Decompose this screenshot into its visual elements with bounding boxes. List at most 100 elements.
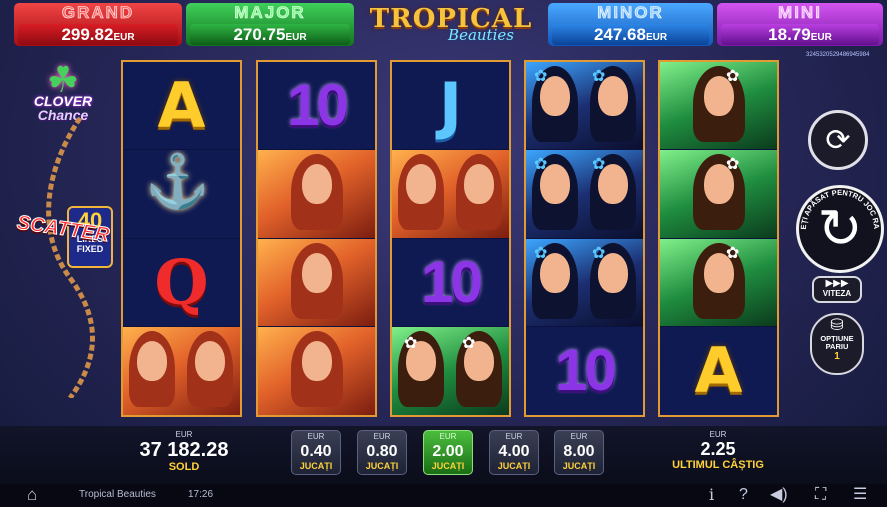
symbol-greenhair: ✿ [660, 238, 777, 327]
balance-value: 37 182.28 [139, 439, 229, 461]
reel-3: J 10 ✿ ✿ [390, 60, 511, 417]
symbol-ace-letter: A [660, 326, 777, 415]
jackpot-grand-currency: EUR [113, 32, 135, 43]
flower-icon: ✿ [534, 68, 548, 85]
symbol-ace: A [123, 62, 240, 151]
jackpot-major-amount: 270.75EUR [190, 24, 350, 45]
jackpot-major-value: 270.75 [233, 25, 286, 44]
coins-icon: ⛁ [830, 317, 844, 334]
game-screen: GRAND 299.82EUR MAJOR 270.75EUR TROPICAL… [0, 0, 887, 507]
symbol-bluehair-pair: ✿ ✿ [526, 150, 643, 239]
jackpot-minor-value: 247.68 [593, 25, 646, 44]
jackpot-minor: MINOR 247.68EUR [548, 3, 713, 46]
symbol-ten: 10 [392, 238, 509, 327]
spin-hint-label: ȚINEȚI APĂSAT PENTRU JOC RAPID [796, 185, 881, 230]
bet-value: 0.40 [300, 443, 332, 460]
flower-icon: ✿ [592, 156, 606, 174]
speed-button[interactable]: ▶▶▶ VITEZA [812, 276, 862, 303]
flower-icon: ✿ [726, 156, 740, 174]
flower-icon: ✿ [592, 68, 606, 85]
game-logo: TROPICAL Beauties [366, 6, 536, 48]
symbol-redhead-pair [123, 326, 240, 415]
bet-button-4-00[interactable]: EUR 4.00 JUCAȚI [489, 430, 539, 475]
anchor-icon: ⚓ [145, 153, 210, 212]
status-game-name: Tropical Beauties [79, 489, 156, 500]
balance-display: EUR 37 182.28 SOLD [136, 430, 232, 473]
jackpot-minor-title: MINOR [597, 3, 664, 22]
bet-value: 4.00 [498, 443, 530, 460]
flower-icon: ✿ [726, 244, 740, 262]
bet-value: 8.00 [563, 443, 595, 460]
last-win-value: 2.25 [700, 439, 736, 459]
bet-button-8-00[interactable]: EUR 8.00 JUCAȚI [554, 430, 604, 475]
fullscreen-icon[interactable]: ⛶ [815, 485, 826, 505]
reel-4: ✿ ✿ ✿ ✿ ✿ ✿ 10 [524, 60, 645, 417]
bet-label: JUCAȚI [562, 461, 596, 471]
clover-chance-badge: ☘ CLOVER Chance [28, 62, 98, 123]
spin-hint-text: ȚINEȚI APĂSAT PENTRU JOC RAPID [796, 185, 881, 230]
flower-icon: ✿ [534, 244, 548, 262]
flower-icon: ✿ [726, 68, 740, 85]
jackpot-minor-currency: EUR [645, 32, 668, 43]
jackpot-major-currency: EUR [285, 32, 307, 43]
bet-button-2-00-active[interactable]: EUR 2.00 JUCAȚI [423, 430, 473, 475]
jackpot-mini: MINI 18.79EUR [717, 3, 883, 46]
jackpot-grand-title: GRAND [61, 3, 135, 22]
symbol-ace-letter: A [123, 62, 240, 150]
symbol-redhead [258, 238, 375, 327]
sound-icon[interactable]: ◀) [770, 485, 788, 505]
symbol-ten: 10 [258, 62, 375, 151]
bet-label: JUCAȚI [365, 461, 399, 471]
home-icon[interactable]: ⌂ [27, 485, 37, 505]
last-win-display: EUR 2.25 ULTIMUL CÂȘTIG [660, 430, 776, 471]
symbol-bluehair-pair: ✿ ✿ [526, 62, 643, 151]
bet-label: JUCAȚI [299, 461, 333, 471]
autoplay-button[interactable]: ⟳ [808, 110, 868, 170]
bet-currency: EUR [505, 432, 523, 441]
bet-button-0-40[interactable]: EUR 0.40 JUCAȚI [291, 430, 341, 475]
symbol-queen: Q [123, 238, 240, 327]
fast-forward-icon: ▶▶▶ [825, 278, 849, 289]
symbol-jack: J [392, 62, 509, 151]
bet-button-0-80[interactable]: EUR 0.80 JUCAȚI [357, 430, 407, 475]
balance-currency: EUR [175, 430, 193, 439]
last-win-currency: EUR [709, 430, 727, 439]
symbol-redhead-pair [392, 150, 509, 239]
bet-label: JUCAȚI [497, 461, 531, 471]
symbol-scatter: ⚓ [123, 150, 240, 239]
bet-currency: EUR [439, 432, 457, 441]
flower-icon: ✿ [462, 334, 476, 352]
bet-option-value: 1 [834, 351, 840, 362]
reel-5: ✿ ✿ ✿ A [658, 60, 779, 417]
bet-value: 2.00 [432, 443, 464, 460]
clover-line-1: CLOVER [33, 93, 93, 109]
reel-1: A ⚓ Q [121, 60, 242, 417]
jackpot-mini-amount: 18.79EUR [721, 24, 879, 45]
symbol-ten-label: 10 [526, 326, 643, 415]
symbol-ten-label: 10 [258, 62, 375, 150]
last-win-label: ULTIMUL CÂȘTIG [672, 459, 764, 471]
game-id: 3245320529486945984 [806, 52, 870, 58]
bet-option-button[interactable]: ⛁ OPȚIUNE PARIU 1 [810, 313, 864, 375]
jackpot-major-title: MAJOR [234, 3, 306, 22]
jackpot-mini-currency: EUR [810, 32, 832, 43]
autoplay-icon: ⟳ [825, 123, 851, 157]
symbol-redhead [258, 326, 375, 415]
bet-option-label-2: PARIU [825, 342, 849, 351]
balance-label: SOLD [168, 461, 200, 473]
symbol-ten: 10 [526, 326, 643, 415]
reel-2: 10 [256, 60, 377, 417]
status-bar: ⌂ Tropical Beauties 17:26 i ? ◀) ⛶ ☰ [0, 484, 887, 507]
help-icon[interactable]: ? [739, 485, 748, 505]
info-icon[interactable]: i [709, 485, 714, 505]
bet-value: 0.80 [366, 443, 398, 460]
flower-icon: ✿ [404, 334, 418, 352]
menu-icon[interactable]: ☰ [853, 485, 867, 505]
symbol-greenhair: ✿ [660, 150, 777, 239]
status-clock: 17:26 [188, 489, 214, 500]
jackpot-mini-title: MINI [778, 3, 822, 22]
symbol-redhead [258, 150, 375, 239]
flower-icon: ✿ [592, 244, 606, 262]
jackpot-mini-value: 18.79 [768, 25, 811, 44]
jackpot-major: MAJOR 270.75EUR [186, 3, 354, 46]
